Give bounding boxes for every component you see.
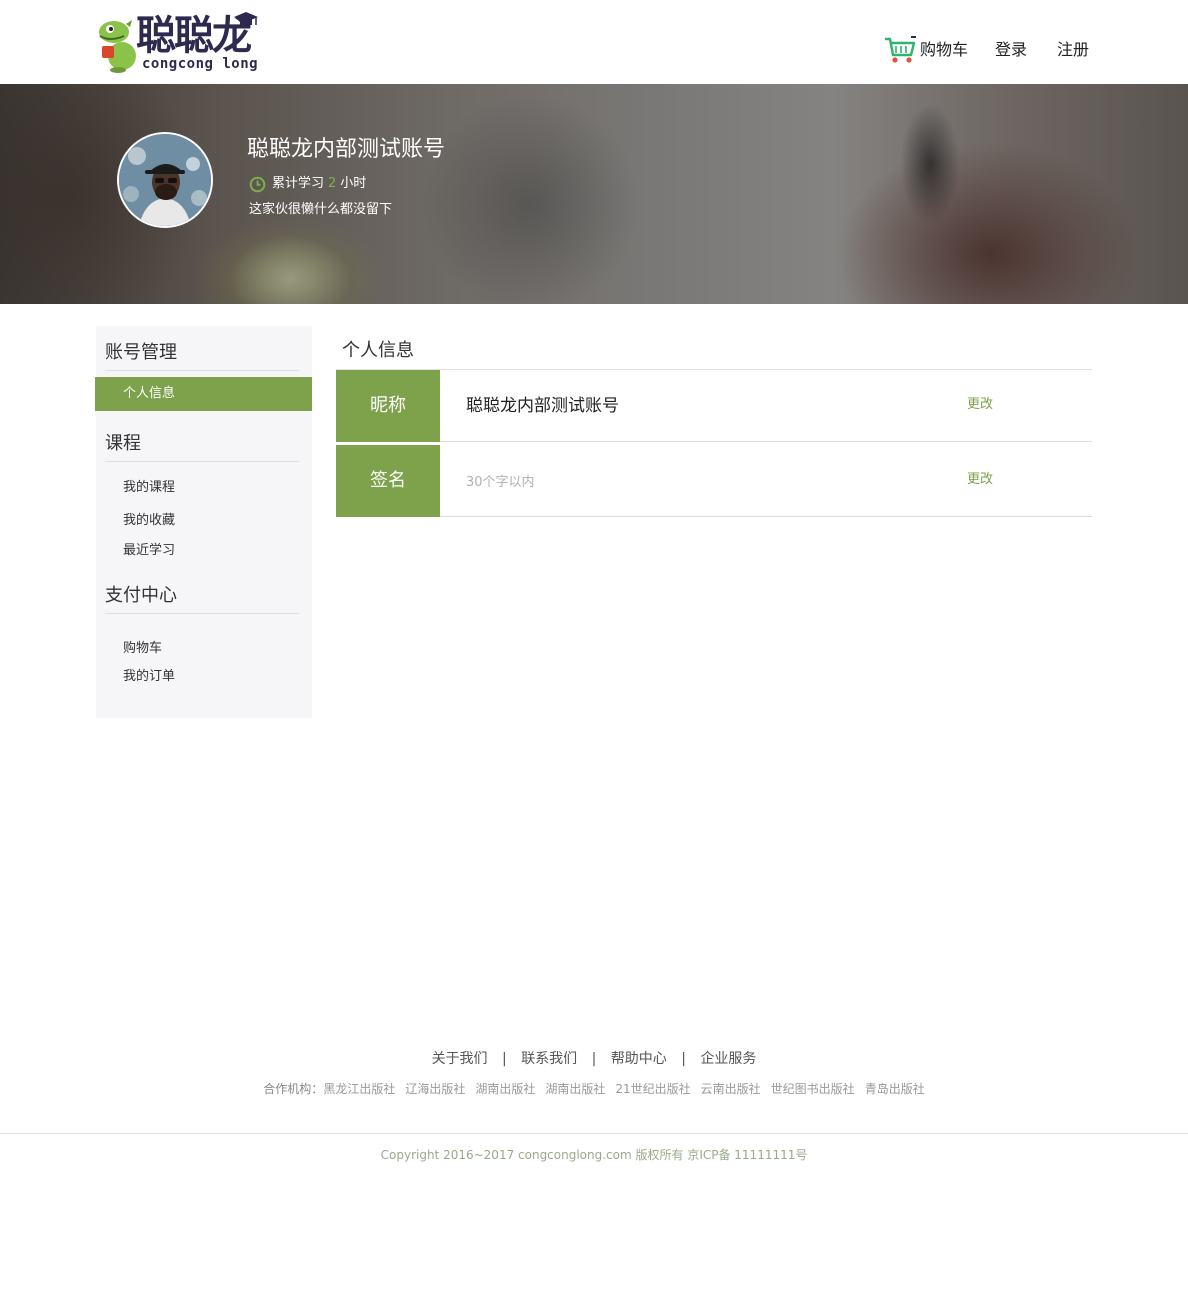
partner-item[interactable]: 湖南出版社	[475, 1082, 535, 1096]
partners-label: 合作机构：	[263, 1082, 324, 1096]
signature-label: 签名	[336, 445, 440, 517]
site-header: 聪聪龙 congcong long 购物车 登录 注册	[0, 0, 1188, 84]
partner-item[interactable]: 黑龙江出版社	[323, 1082, 395, 1096]
edit-nickname-link[interactable]: 更改	[967, 396, 993, 414]
nickname-value: 聪聪龙内部测试账号	[466, 396, 619, 416]
cart-label: 购物车	[920, 40, 969, 59]
graduation-cap-icon	[234, 12, 258, 25]
avatar-person-icon	[119, 134, 211, 226]
partner-item[interactable]: 青岛出版社	[865, 1082, 925, 1096]
footer-link-enterprise[interactable]: 企业服务	[700, 1051, 756, 1067]
nickname-label: 昵称	[336, 370, 440, 442]
user-name: 聪聪龙内部测试账号	[247, 137, 446, 162]
partner-item[interactable]: 辽海出版社	[405, 1082, 465, 1096]
study-prefix: 累计学习	[272, 176, 325, 191]
clock-icon	[249, 176, 266, 192]
user-motto: 这家伙很懒什么都没留下	[249, 202, 393, 217]
login-link[interactable]: 登录	[995, 36, 1027, 64]
banner-decoration	[900, 104, 960, 224]
footer-link-help[interactable]: 帮助中心	[611, 1051, 667, 1067]
nickname-row: 昵称 聪聪龙内部测试账号 更改	[336, 370, 1092, 442]
sidebar-item-my-orders[interactable]: 我的订单	[123, 668, 175, 686]
logo-subtitle: congcong long	[142, 56, 259, 72]
page-title: 个人信息	[342, 340, 414, 361]
sidebar-item-my-courses[interactable]: 我的课程	[123, 479, 175, 497]
login-label: 登录	[995, 40, 1028, 59]
footer-divider	[0, 1133, 1188, 1134]
banner-decoration	[420, 94, 640, 304]
footer-links: 关于我们 | 联系我们 | 帮助中心 | 企业服务	[0, 1049, 1188, 1069]
sidebar-heading-payment: 支付中心	[105, 583, 299, 614]
register-link[interactable]: 注册	[1057, 36, 1089, 64]
cart-link[interactable]: 购物车	[884, 36, 968, 64]
shopping-cart-icon	[885, 36, 916, 63]
study-time: 累计学习 2 小时	[249, 175, 366, 193]
account-sidebar: 账号管理 个人信息 课程 我的课程 我的收藏 最近学习 支付中心 购物车 我的订…	[95, 326, 312, 718]
logo-title: 聪聪龙	[136, 13, 252, 59]
footer-separator: |	[591, 1051, 597, 1067]
partner-item[interactable]: 世纪图书出版社	[771, 1082, 855, 1096]
sidebar-heading-courses: 课程	[105, 431, 299, 462]
footer-link-contact[interactable]: 联系我们	[521, 1051, 577, 1067]
partner-list: 合作机构：黑龙江出版社 辽海出版社 湖南出版社 湖南出版社 21世纪出版社 云南出版社 世纪…	[0, 1080, 1188, 1098]
banner-decoration	[840, 144, 1140, 304]
partner-item[interactable]: 云南出版社	[701, 1082, 761, 1096]
edit-signature-link[interactable]: 更改	[967, 471, 993, 489]
footer-link-about[interactable]: 关于我们	[432, 1051, 488, 1067]
signature-row: 签名 30个字以内 更改	[336, 445, 1092, 517]
sidebar-item-recent-study[interactable]: 最近学习	[123, 542, 175, 560]
user-avatar[interactable]	[117, 132, 213, 228]
register-label: 注册	[1057, 40, 1090, 59]
footer-separator: |	[681, 1051, 686, 1067]
sidebar-item-cart[interactable]: 购物车	[123, 640, 162, 658]
partner-item[interactable]: 湖南出版社	[545, 1082, 605, 1096]
partner-item[interactable]: 21世纪出版社	[615, 1082, 690, 1096]
study-hours: 2	[328, 176, 337, 191]
sidebar-heading-account: 账号管理	[105, 340, 299, 371]
footer-separator: |	[502, 1051, 507, 1067]
sidebar-item-label: 个人信息	[123, 386, 176, 401]
copyright-text: Copyright 2016~2017 congconglong.com 版权所…	[380, 1148, 808, 1162]
signature-placeholder: 30个字以内	[466, 475, 535, 490]
profile-banner: 聪聪龙内部测试账号 累计学习 2 小时 这家伙很懒什么都没留下	[0, 84, 1188, 304]
site-logo[interactable]: 聪聪龙 congcong long	[96, 12, 260, 76]
sidebar-item-personal-info[interactable]: 个人信息	[95, 377, 312, 411]
study-unit: 小时	[340, 176, 367, 191]
sidebar-item-my-favorites[interactable]: 我的收藏	[123, 512, 175, 530]
